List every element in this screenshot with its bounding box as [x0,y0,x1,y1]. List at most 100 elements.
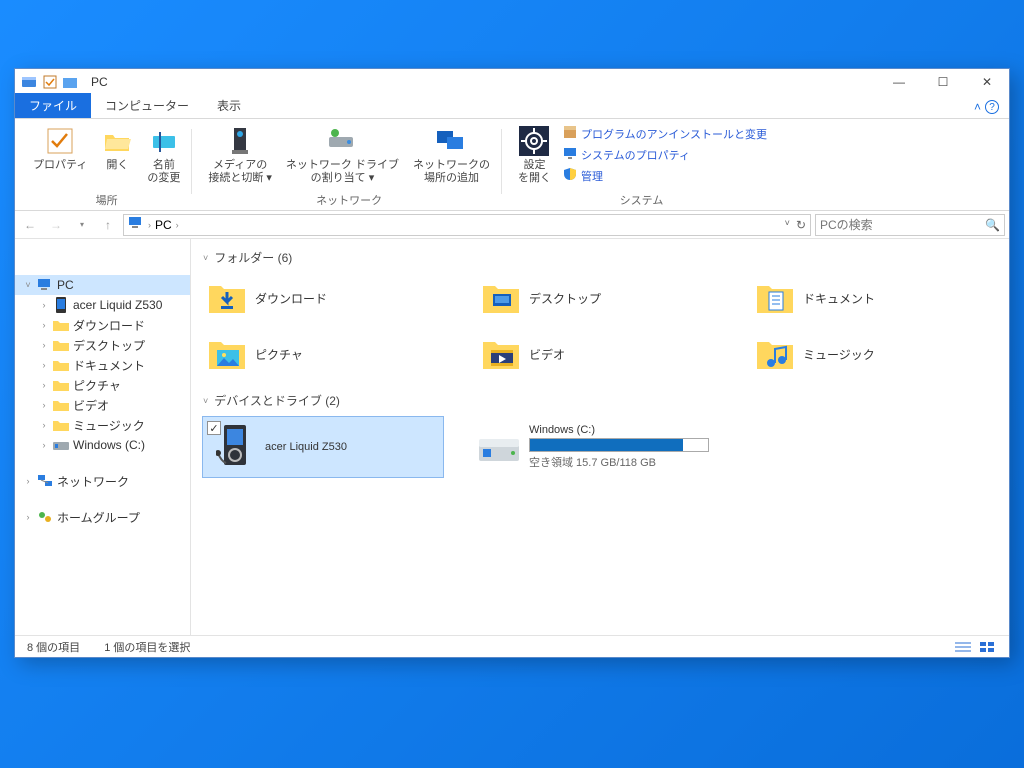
music-folder-icon [755,334,795,374]
devices-section-header[interactable]: ˅ デバイスとドライブ (2) [203,392,997,409]
checkmark-icon [44,125,76,157]
chevron-right-icon[interactable]: › [23,512,33,522]
box-icon [563,125,577,142]
explorer-window: PC — ☐ ✕ ファイル コンピューター 表示 ˄ ? プロパティ [14,68,1010,658]
ribbon: プロパティ 開く 名前 の変更 場所 メディアの 接続と切断 ▾ [15,119,1009,211]
folder-music[interactable]: ミュージック [751,330,997,378]
tree-item-documents[interactable]: ›ドキュメント [15,355,190,375]
folder-videos[interactable]: ビデオ [477,330,723,378]
add-network-location-button[interactable]: ネットワークの 場所の追加 [407,123,496,187]
desktop-folder-icon [481,278,521,318]
gear-icon [518,125,550,157]
view-details-button[interactable] [953,639,973,655]
chevron-right-icon[interactable]: › [39,340,49,350]
tree-item-phone[interactable]: ›acer Liquid Z530 [15,295,190,315]
chevron-right-icon[interactable]: › [39,320,49,330]
breadcrumb[interactable]: › PC › ˅ ↻ [123,214,811,236]
help-icon[interactable]: ? [985,100,999,114]
status-bar: 8 個の項目 1 個の項目を選択 [15,635,1009,657]
new-folder-qat-icon[interactable] [63,75,77,89]
tree-item-music[interactable]: ›ミュージック [15,415,190,435]
tab-view[interactable]: 表示 [203,93,255,118]
properties-qat-icon[interactable] [43,75,57,89]
rename-button[interactable]: 名前 の変更 [141,123,186,187]
chevron-right-icon[interactable]: › [23,476,33,486]
device-drive-c[interactable]: Windows (C:) 空き領域 15.7 GB/118 GB [467,417,747,477]
status-item-count: 8 個の項目 [27,639,80,655]
folder-documents[interactable]: ドキュメント [751,274,997,322]
ribbon-collapse-button[interactable]: ˄ ? [964,96,1009,118]
folder-icon [53,377,69,393]
chevron-right-icon[interactable]: › [39,380,49,390]
drive-c-label: Windows (C:) [529,424,709,436]
chevron-down-icon[interactable]: ˅ [23,280,33,290]
drive-icon [477,423,519,471]
search-box[interactable]: 🔍 [815,214,1005,236]
back-button[interactable]: ← [19,214,41,236]
open-settings-button[interactable]: 設定 を開く [512,123,557,187]
close-button[interactable]: ✕ [965,69,1009,95]
media-connect-button[interactable]: メディアの 接続と切断 ▾ [202,123,278,187]
properties-button[interactable]: プロパティ [27,123,93,187]
chevron-down-icon: ˅ [203,253,208,263]
chevron-right-icon[interactable]: › [39,420,49,430]
chevron-right-icon[interactable]: › [39,440,49,450]
refresh-icon[interactable]: ↻ [796,218,806,232]
folder-downloads[interactable]: ダウンロード [203,274,449,322]
server-icon [224,125,256,157]
chevron-down-icon[interactable]: ˅ [785,218,790,232]
explorer-body: ˅ PC ›acer Liquid Z530 ›ダウンロード ›デスクトップ ›… [15,239,1009,635]
chevron-right-icon[interactable]: › [39,400,49,410]
tree-item-homegroup[interactable]: ›ホームグループ [15,507,190,527]
tab-computer[interactable]: コンピューター [91,93,203,118]
selection-checkbox[interactable]: ✓ [207,421,221,435]
maximize-button[interactable]: ☐ [921,69,965,95]
recent-dropdown[interactable]: ▾ [71,214,93,236]
up-button[interactable]: ↑ [97,214,119,236]
quick-access-toolbar: PC [21,74,108,90]
documents-folder-icon [755,278,795,318]
folder-icon [53,337,69,353]
search-icon[interactable]: 🔍 [985,218,1000,232]
map-drive-button[interactable]: ネットワーク ドライブ の割り当て ▾ [280,123,405,187]
chevron-down-icon: ˅ [203,396,208,406]
tree-item-pc[interactable]: ˅ PC [15,275,190,295]
uninstall-programs-link[interactable]: プログラムのアンインストールと変更 [563,125,767,142]
explorer-icon [21,74,37,90]
search-input[interactable] [820,218,985,232]
folders-section-header[interactable]: ˅ フォルダー (6) [203,249,997,266]
folder-icon [53,397,69,413]
tree-item-desktop[interactable]: ›デスクトップ [15,335,190,355]
view-large-icons-button[interactable] [977,639,997,655]
minimize-button[interactable]: — [877,69,921,95]
forward-button[interactable]: → [45,214,67,236]
titlebar: PC — ☐ ✕ [15,69,1009,95]
tree-item-drive-c[interactable]: ›Windows (C:) [15,435,190,455]
system-properties-link[interactable]: システムのプロパティ [563,146,767,163]
device-phone[interactable]: ✓ acer Liquid Z530 [203,417,443,477]
chevron-right-icon: › [148,220,151,230]
tree-item-network[interactable]: ›ネットワーク [15,471,190,491]
monitor-icon [563,146,577,163]
chevron-up-icon: ˄ [974,100,981,114]
folder-open-icon [101,125,133,157]
folder-pictures[interactable]: ピクチャ [203,330,449,378]
tree-item-pictures[interactable]: ›ピクチャ [15,375,190,395]
folder-desktop[interactable]: デスクトップ [477,274,723,322]
chevron-right-icon[interactable]: › [39,300,49,310]
tab-file[interactable]: ファイル [15,93,91,118]
status-selected-count: 1 個の項目を選択 [104,639,190,655]
tree-item-videos[interactable]: ›ビデオ [15,395,190,415]
pc-icon [128,216,144,233]
navigation-pane: ˅ PC ›acer Liquid Z530 ›ダウンロード ›デスクトップ ›… [15,239,191,635]
content-pane: ˅ フォルダー (6) ダウンロード デスクトップ ドキュメント [191,239,1009,635]
chevron-right-icon[interactable]: › [39,360,49,370]
tree-item-downloads[interactable]: ›ダウンロード [15,315,190,335]
open-button[interactable]: 開く [95,123,139,187]
ribbon-group-system: 設定 を開く プログラムのアンインストールと変更 システムのプロパティ 管理 シ… [506,123,777,210]
system-links: プログラムのアンインストールと変更 システムのプロパティ 管理 [559,123,771,187]
ribbon-group-location: プロパティ 開く 名前 の変更 場所 [21,123,192,210]
folder-icon [53,317,69,333]
breadcrumb-pc[interactable]: PC [155,218,172,232]
manage-link[interactable]: 管理 [563,167,767,184]
